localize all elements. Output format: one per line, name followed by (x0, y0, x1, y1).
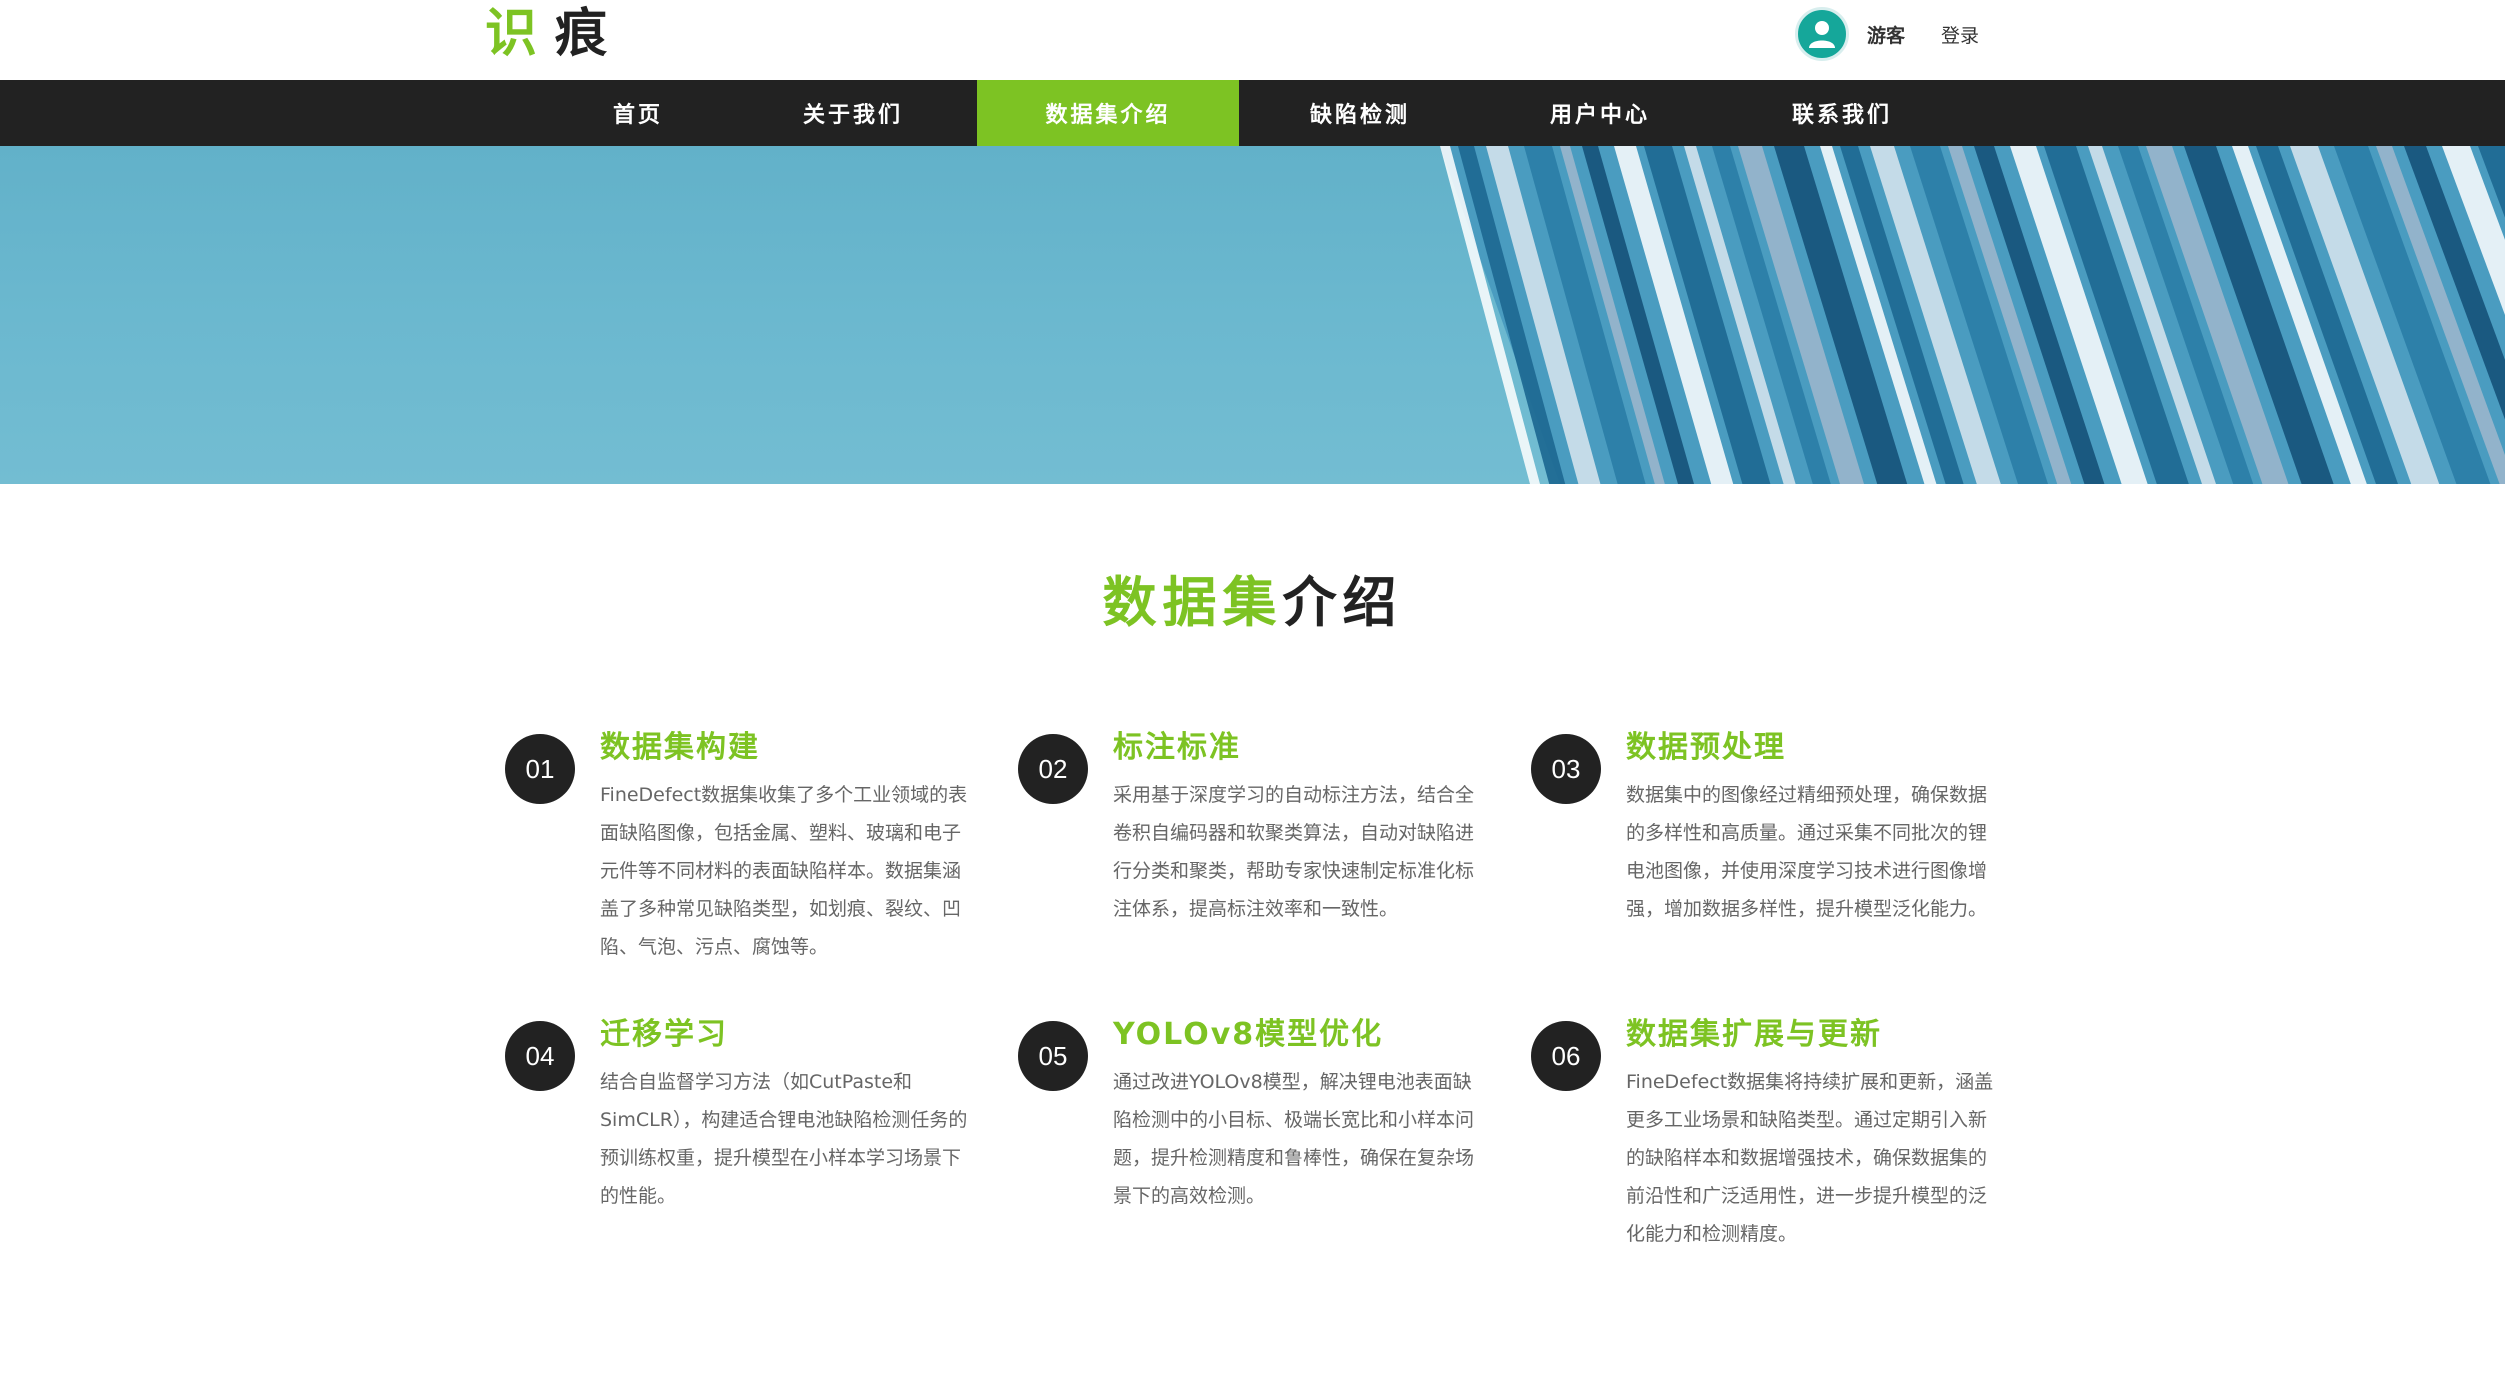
card-number-badge: 01 (505, 734, 575, 804)
nav-item-detection[interactable]: 缺陷检测 (1280, 80, 1440, 146)
building-facade-image (1440, 146, 2505, 484)
nav-item-contact[interactable]: 联系我们 (1762, 80, 1922, 146)
card-description: 采用基于深度学习的自动标注方法，结合全卷积自编码器和软聚类算法，自动对缺陷进行分… (1113, 784, 1475, 920)
top-header: 识痕 游客 登录 (0, 0, 2505, 80)
card-description: FineDefect数据集收集了多个工业领域的表面缺陷图像，包括金属、塑料、玻璃… (600, 784, 968, 958)
section-title-rest: 介绍 (1282, 571, 1403, 634)
card-number-badge: 03 (1531, 734, 1601, 804)
section-title: 数据集介绍 (0, 568, 2505, 638)
logo-part-1: 识 (485, 4, 556, 64)
card-title: YOLOv8模型优化 (1113, 1017, 1384, 1052)
card-description: FineDefect数据集将持续扩展和更新，涵盖更多工业场景和缺陷类型。通过定期… (1626, 1071, 1994, 1245)
card-title: 标注标准 (1113, 730, 1241, 765)
card-number-badge: 06 (1531, 1021, 1601, 1091)
card-title: 迁移学习 (600, 1017, 728, 1052)
card-title: 数据集扩展与更新 (1626, 1017, 1882, 1052)
card-number-badge: 05 (1018, 1021, 1088, 1091)
card-title: 数据预处理 (1626, 730, 1786, 765)
card-number-badge: 04 (505, 1021, 575, 1091)
nav-item-about[interactable]: 关于我们 (773, 80, 933, 146)
hero-banner (0, 146, 2505, 484)
user-area: 游客 登录 (1795, 6, 1979, 62)
main-nav: 首页 关于我们 数据集介绍 缺陷检测 用户中心 联系我们 (0, 80, 2505, 146)
login-link[interactable]: 登录 (1941, 21, 1979, 48)
person-icon (1809, 21, 1835, 48)
user-name: 游客 (1867, 24, 1906, 47)
user-avatar-icon[interactable] (1795, 7, 1849, 61)
nav-item-home[interactable]: 首页 (568, 80, 708, 146)
nav-item-dataset[interactable]: 数据集介绍 (977, 80, 1239, 146)
card-description: 数据集中的图像经过精细预处理，确保数据的多样性和高质量。通过采集不同批次的锂电池… (1626, 784, 1988, 920)
card-number-badge: 02 (1018, 734, 1088, 804)
logo-part-2: 痕 (555, 4, 626, 64)
site-logo[interactable]: 识痕 (485, 4, 625, 64)
card-title: 数据集构建 (600, 730, 760, 765)
card-description: 通过改进YOLOv8模型，解决锂电池表面缺陷检测中的小目标、极端长宽比和小样本问… (1113, 1071, 1475, 1207)
card-description: 结合自监督学习方法（如CutPaste和SimCLR），构建适合锂电池缺陷检测任… (600, 1071, 968, 1207)
section-title-highlight: 数据集 (1102, 571, 1283, 634)
nav-item-user-center[interactable]: 用户中心 (1520, 80, 1680, 146)
